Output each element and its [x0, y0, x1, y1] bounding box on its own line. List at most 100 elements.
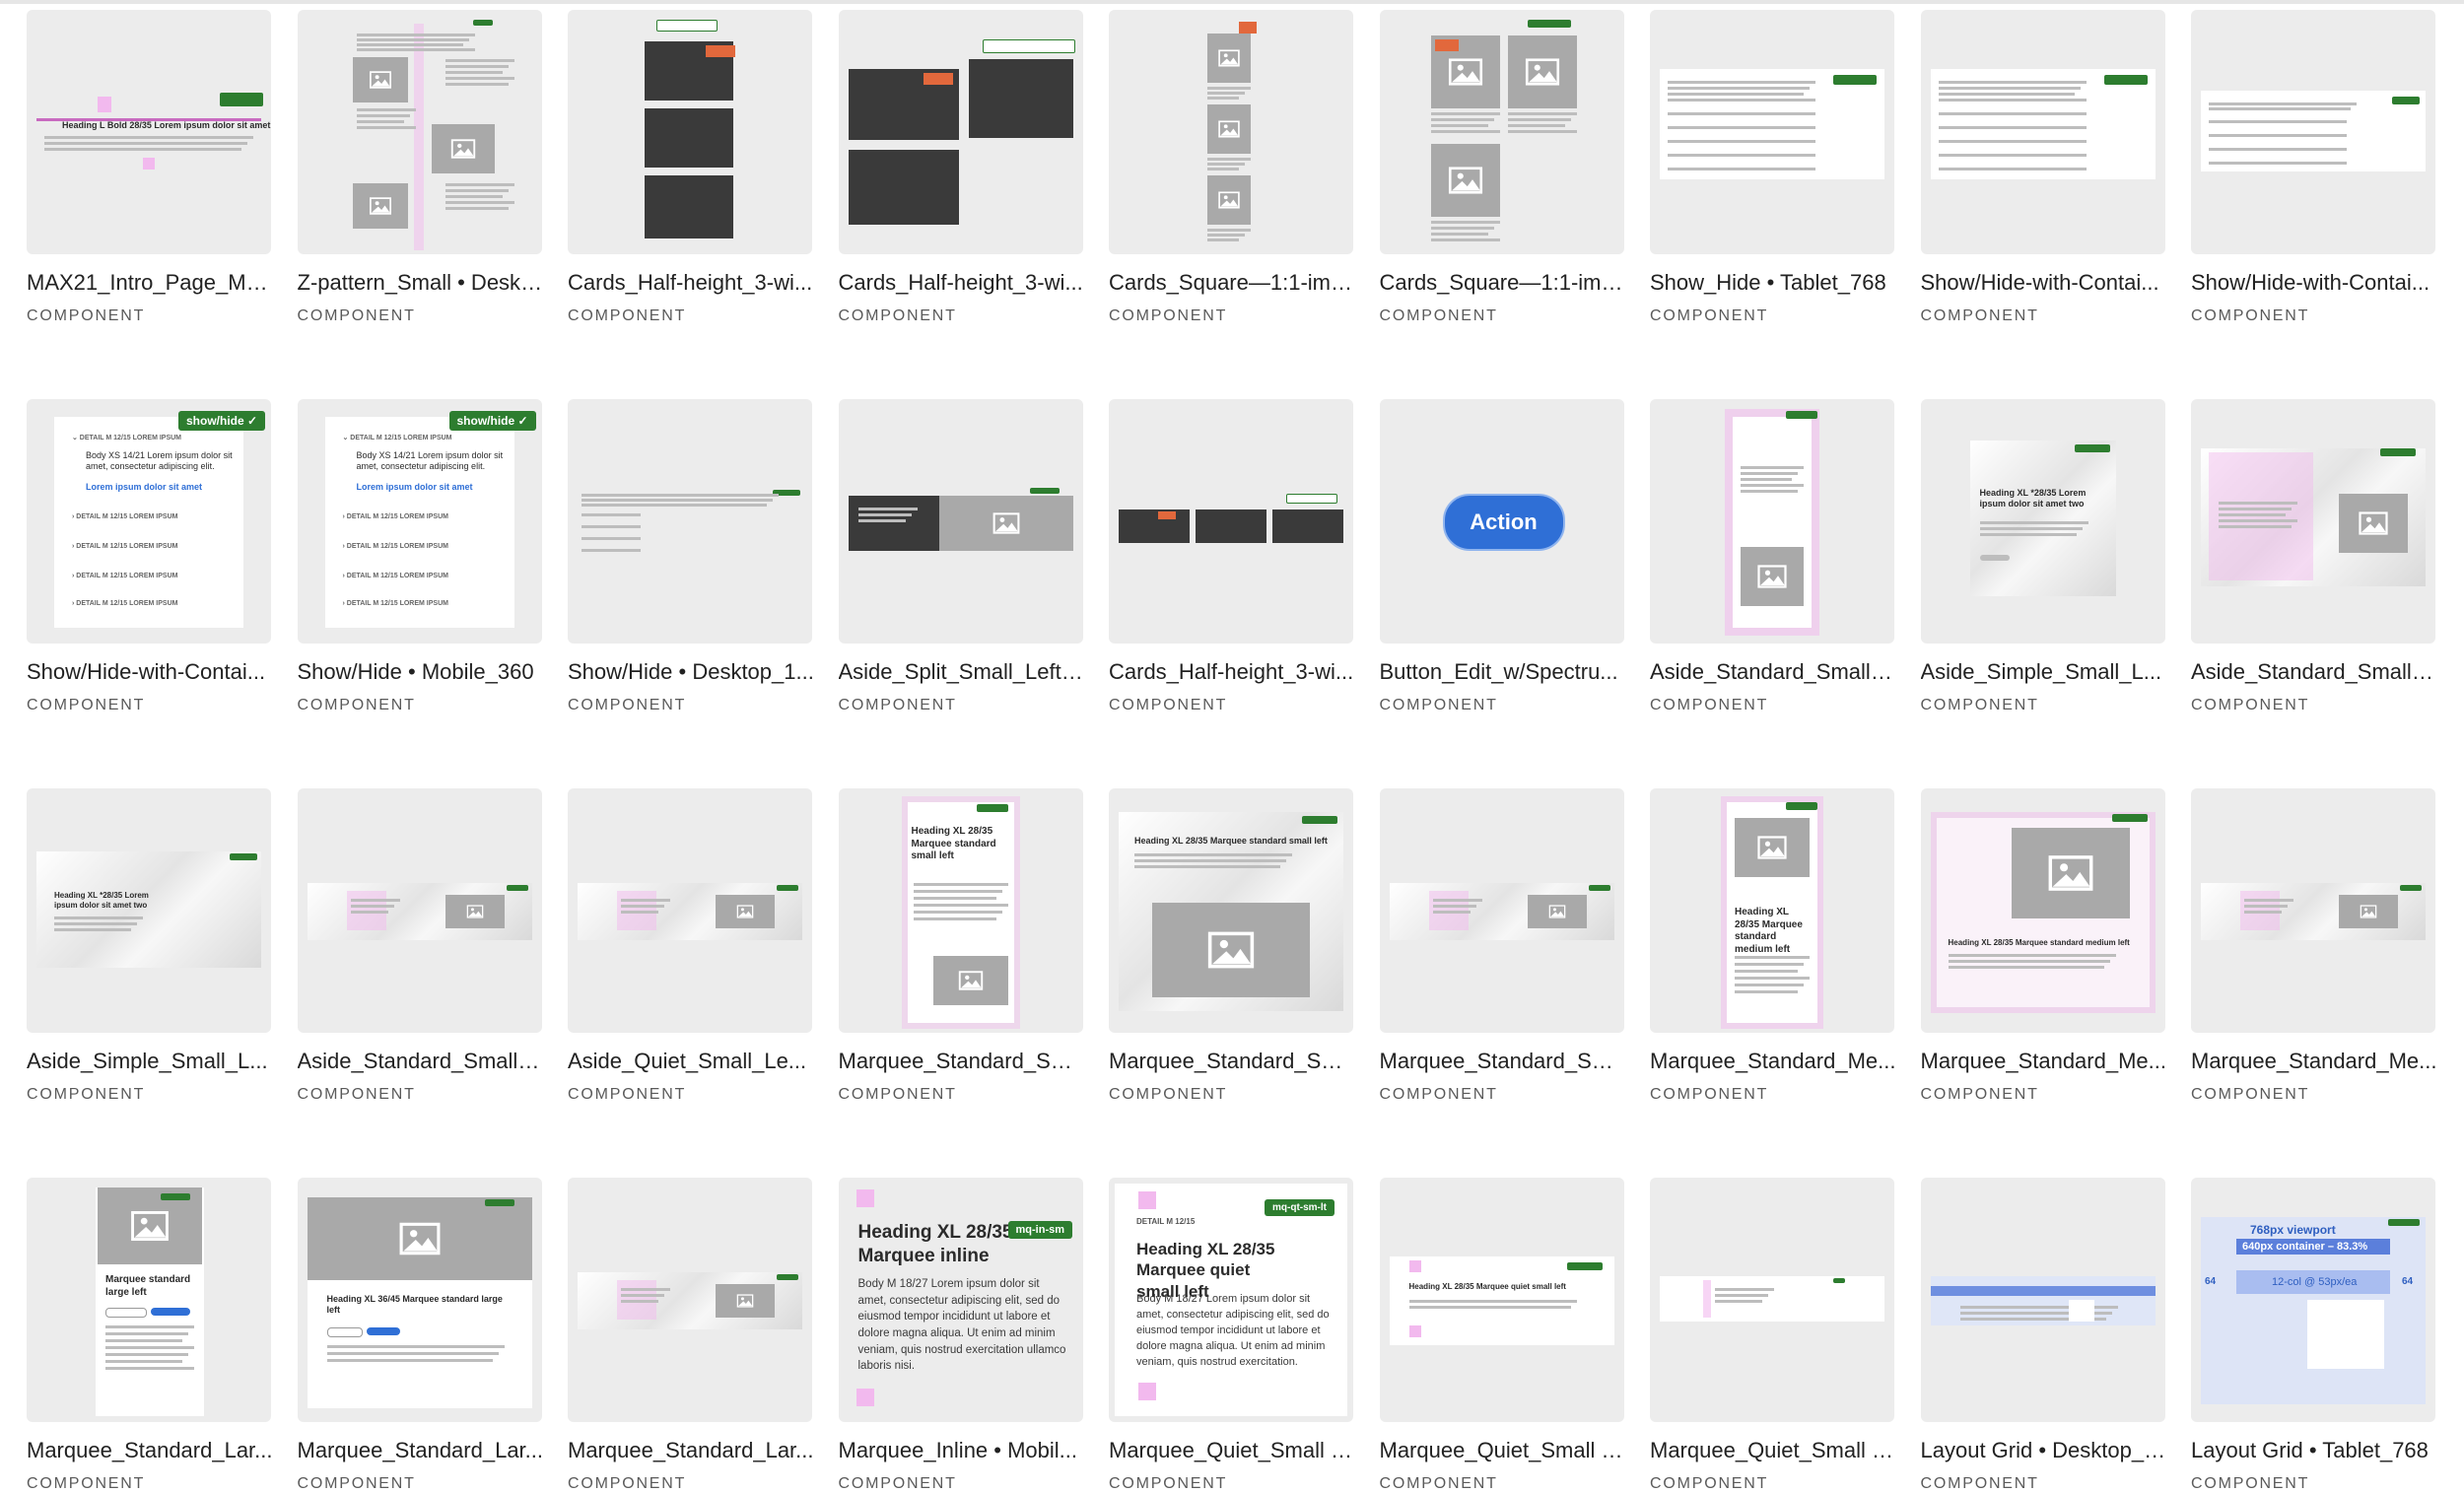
component-thumbnail[interactable]: Heading XL *28/35 Lorem ipsum dolor sit …: [27, 788, 271, 1033]
component-thumbnail[interactable]: [1920, 1178, 2165, 1422]
component-type-label: COMPONENT: [1920, 1086, 2039, 1103]
component-title[interactable]: Marquee_Standard_Lar...: [568, 1438, 814, 1463]
component-title[interactable]: Marquee_Quiet_Small •...: [1109, 1438, 1355, 1463]
show-hide-tag: show/hide ✓: [178, 411, 266, 431]
component-title[interactable]: Show/Hide-with-Contai...: [27, 659, 273, 685]
component-title[interactable]: Layout Grid • Desktop_1...: [1921, 1438, 2167, 1463]
component-type-label: COMPONENT: [1920, 307, 2039, 324]
component-type-label: COMPONENT: [568, 307, 687, 324]
component-title[interactable]: Aside_Quiet_Small_Le...: [568, 1049, 814, 1074]
component-type-label: COMPONENT: [1650, 1086, 1769, 1103]
component-thumbnail[interactable]: Heading XL *28/35 Lorem ipsum dolor sit …: [1920, 399, 2165, 644]
component-title[interactable]: Marquee_Quiet_Small •...: [1380, 1438, 1626, 1463]
component-title[interactable]: MAX21_Intro_Page_Me...: [27, 270, 273, 296]
component-thumbnail[interactable]: [838, 10, 1083, 254]
component-thumbnail[interactable]: Heading XL 28/35 Marquee standard small …: [1109, 788, 1353, 1033]
component-title[interactable]: Aside_Standard_Small •...: [298, 1049, 544, 1074]
component-type-label: COMPONENT: [1379, 697, 1498, 713]
component-thumbnail[interactable]: [2191, 788, 2435, 1033]
component-thumbnail[interactable]: Heading XL 28/35 Marquee standard medium…: [1650, 788, 1894, 1033]
component-thumbnail[interactable]: Action: [1379, 399, 1624, 644]
component-title[interactable]: Cards_Square—1:1-ima...: [1109, 270, 1355, 296]
component-thumbnail[interactable]: Heading XL 28/35 Marquee standard medium…: [1920, 788, 2165, 1033]
component-title[interactable]: Aside_Split_Small_Left ...: [839, 659, 1085, 685]
component-title[interactable]: Show/Hide-with-Contai...: [1921, 270, 2167, 296]
component-thumbnail[interactable]: [1920, 10, 2165, 254]
component-thumbnail[interactable]: [1650, 1178, 1894, 1422]
component-title[interactable]: Marquee_Standard_Lar...: [27, 1438, 273, 1463]
component-title[interactable]: Aside_Standard_Small •...: [1650, 659, 1896, 685]
component-thumbnail[interactable]: 768px viewport 640px container – 83.3% 1…: [2191, 1178, 2435, 1422]
component-thumbnail[interactable]: [1650, 10, 1894, 254]
component-title[interactable]: Cards_Half-height_3-wi...: [839, 270, 1085, 296]
component-title[interactable]: Show/Hide • Desktop_1...: [568, 659, 814, 685]
component-title[interactable]: Aside_Simple_Small_L...: [27, 1049, 273, 1074]
component-type-label: COMPONENT: [838, 1086, 957, 1103]
component-thumbnail[interactable]: [2191, 399, 2435, 644]
component-thumbnail[interactable]: [568, 1178, 812, 1422]
image-placeholder-icon: [1741, 547, 1804, 606]
component-type-label: COMPONENT: [27, 1086, 146, 1103]
component-thumbnail[interactable]: Heading L Bold 28/35 Lorem ipsum dolor s…: [27, 10, 271, 254]
show-hide-tag: show/hide ✓: [448, 411, 536, 431]
component-thumbnail[interactable]: Heading XL 28/35 Marquee standard small …: [838, 788, 1083, 1033]
component-type-label: COMPONENT: [27, 697, 146, 713]
component-thumbnail[interactable]: show/hide ✓ ⌄ DETAIL M 12/15 LOREM IPSUM…: [297, 399, 542, 644]
image-placeholder-icon: [445, 895, 505, 928]
component-title[interactable]: Show/Hide • Mobile_360: [298, 659, 544, 685]
component-thumbnail[interactable]: [1379, 788, 1624, 1033]
component-type-label: COMPONENT: [2191, 307, 2310, 324]
component-title[interactable]: Aside_Simple_Small_L...: [1921, 659, 2167, 685]
component-title[interactable]: Marquee_Standard_Sm...: [1380, 1049, 1626, 1074]
component-thumbnail[interactable]: [1109, 10, 1353, 254]
component-title[interactable]: Cards_Half-height_3-wi...: [568, 270, 814, 296]
component-title[interactable]: Marquee_Quiet_Small •...: [1650, 1438, 1896, 1463]
component-thumbnail[interactable]: [1109, 399, 1353, 644]
image-placeholder-icon: [2339, 494, 2408, 553]
component-title[interactable]: Aside_Standard_Small •...: [2191, 659, 2437, 685]
component-title[interactable]: Marquee_Standard_Sm...: [1109, 1049, 1355, 1074]
image-placeholder-icon: [352, 57, 408, 102]
component-thumbnail[interactable]: [297, 788, 542, 1033]
component-thumbnail[interactable]: Heading XL 28/35 Marquee quiet small lef…: [1379, 1178, 1624, 1422]
component-type-label: COMPONENT: [27, 1475, 146, 1492]
component-thumbnail[interactable]: Marquee standard large left: [27, 1178, 271, 1422]
image-placeholder-icon: [1527, 895, 1587, 928]
inline-heading: Heading XL 28/35 Marquee inline: [857, 1222, 1013, 1266]
component-type-label: COMPONENT: [297, 1086, 416, 1103]
component-thumbnail[interactable]: [1379, 10, 1624, 254]
component-title[interactable]: Marquee_Standard_Me...: [1650, 1049, 1896, 1074]
component-thumbnail[interactable]: [568, 399, 812, 644]
component-title[interactable]: Cards_Half-height_3-wi...: [1109, 659, 1355, 685]
component-thumbnail[interactable]: Heading XL 36/45 Marquee standard large …: [297, 1178, 542, 1422]
component-title[interactable]: Z-pattern_Small • Deskt...: [298, 270, 544, 296]
component-type-label: COMPONENT: [838, 307, 957, 324]
component-thumbnail[interactable]: show/hide ✓ ⌄ DETAIL M 12/15 LOREM IPSUM…: [27, 399, 271, 644]
component-title[interactable]: Marquee_Standard_Sm...: [839, 1049, 1085, 1074]
component-title[interactable]: Show_Hide • Tablet_768: [1650, 270, 1896, 296]
component-title[interactable]: Button_Edit_w/Spectru...: [1380, 659, 1626, 685]
component-title[interactable]: Cards_Square—1:1-ima...: [1380, 270, 1626, 296]
component-title[interactable]: Layout Grid • Tablet_768: [2191, 1438, 2437, 1463]
component-thumbnail[interactable]: [297, 10, 542, 254]
component-title[interactable]: Marquee_Standard_Me...: [2191, 1049, 2437, 1074]
component-thumbnail[interactable]: [568, 788, 812, 1033]
component-title[interactable]: Show/Hide-with-Contai...: [2191, 270, 2437, 296]
component-thumbnail[interactable]: [568, 10, 812, 254]
component-thumbnail[interactable]: DETAIL M 12/15 Heading XL 28/35 Marquee …: [1109, 1178, 1353, 1422]
component-type-label: COMPONENT: [2191, 1086, 2310, 1103]
component-thumbnail[interactable]: [838, 399, 1083, 644]
component-title[interactable]: Marquee_Standard_Me...: [1921, 1049, 2167, 1074]
component-type-label: COMPONENT: [838, 697, 957, 713]
component-type-label: COMPONENT: [1650, 307, 1769, 324]
component-thumbnail[interactable]: Heading XL 28/35 Marquee inline mq-in-sm…: [838, 1178, 1083, 1422]
component-thumbnail[interactable]: [1650, 399, 1894, 644]
image-placeholder-icon: [716, 895, 775, 928]
image-placeholder-icon: [2339, 895, 2398, 928]
component-type-label: COMPONENT: [568, 1475, 687, 1492]
component-title[interactable]: Marquee_Inline • Mobil...: [839, 1438, 1085, 1463]
component-thumbnail[interactable]: [2191, 10, 2435, 254]
component-title[interactable]: Marquee_Standard_Lar...: [298, 1438, 544, 1463]
component-type-label: COMPONENT: [1109, 697, 1228, 713]
component-type-label: COMPONENT: [1379, 1475, 1498, 1492]
